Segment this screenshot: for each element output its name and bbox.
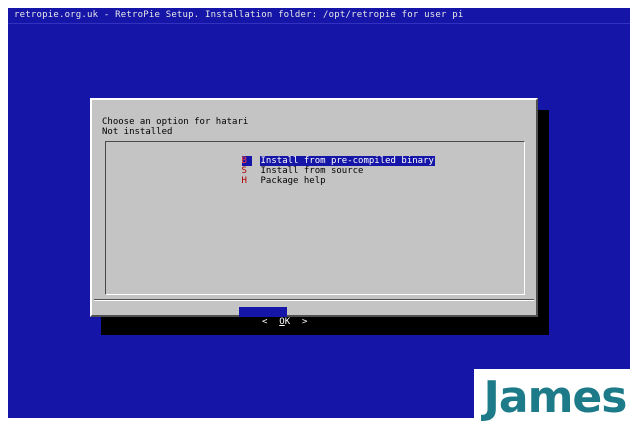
ok-right-chevron: > [301, 317, 308, 327]
install-status: Not installed [102, 127, 173, 137]
watermark-logo: James [474, 369, 636, 427]
ok-label-rest: K [284, 317, 291, 327]
options-menu: B Install from pre-compiled binary S Insta… [105, 141, 525, 295]
menu-item-install-source[interactable]: S Install from source [209, 156, 364, 176]
button-divider [94, 299, 534, 301]
back-right-chevron: > [420, 317, 427, 327]
menu-item-tag: H [241, 176, 247, 186]
ok-left-chevron: < [261, 317, 268, 327]
backtitle: retropie.org.uk - RetroPie Setup. Instal… [14, 10, 464, 20]
backtitle-divider [8, 23, 630, 24]
menu-item-label: Package help [260, 176, 326, 186]
menu-item-install-binary[interactable]: B Install from pre-compiled binary [209, 146, 435, 166]
dialog-prompt: Choose an option for hatari [102, 117, 249, 127]
install-options-dialog: Choose an option for hatari Not installe… [90, 98, 538, 327]
ok-button[interactable]: < OK > [239, 307, 307, 327]
back-button[interactable]: < Back > [358, 307, 426, 327]
back-left-chevron: < [380, 317, 387, 327]
watermark-text: James [483, 372, 628, 423]
menu-item-package-help[interactable]: H Package help [209, 166, 327, 186]
back-label: Back [392, 317, 415, 327]
